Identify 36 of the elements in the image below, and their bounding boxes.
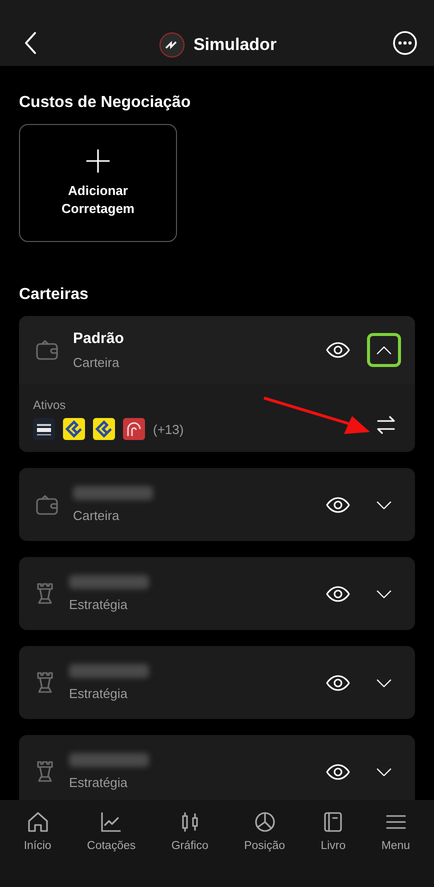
nav-tab[interactable]: Cotações (87, 810, 136, 860)
more-count: (+13) (153, 422, 184, 436)
bank-logo (93, 418, 115, 440)
assets-label: Ativos (33, 398, 67, 412)
add-brokerage-button[interactable]: Adicionar Corretagem (19, 124, 177, 242)
nav-tab[interactable]: Livro (320, 810, 346, 860)
more-icon (392, 30, 418, 56)
portfolio-type: Carteira (73, 355, 120, 370)
portfolio-type: Estratégia (69, 597, 129, 612)
rook-icon (35, 582, 55, 606)
simulator-logo-icon (159, 32, 186, 58)
portfolio-type: Estratégia (69, 775, 129, 790)
rook-icon (35, 760, 55, 784)
portfolio-name: Padrão (73, 330, 125, 347)
expand-toggle[interactable] (367, 333, 401, 367)
nav-tab[interactable]: Posição (244, 810, 285, 860)
nav-tab[interactable]: Gráfico (171, 810, 208, 860)
section-title: Carteiras (19, 286, 90, 304)
line-chart-icon (99, 810, 124, 834)
more-button[interactable] (390, 28, 420, 58)
portfolio-type: Carteira (73, 508, 120, 523)
bank-logo (63, 418, 85, 440)
bank-logo (123, 418, 145, 440)
swap-icon (375, 414, 397, 436)
portfolio-type: Estratégia (69, 686, 129, 701)
wallet-icon (35, 494, 59, 516)
nav-tab[interactable]: Início (24, 810, 52, 860)
screen-title: Simulador (193, 35, 277, 55)
section-title: Custos de Negociação (19, 94, 192, 112)
plus-icon (85, 148, 111, 174)
bank-logo (33, 418, 55, 440)
pie-chart-icon (252, 810, 277, 834)
wallet-icon (35, 339, 59, 361)
rook-icon (35, 670, 55, 694)
home-icon (26, 810, 50, 834)
nav-tab[interactable]: Menu (381, 810, 410, 860)
